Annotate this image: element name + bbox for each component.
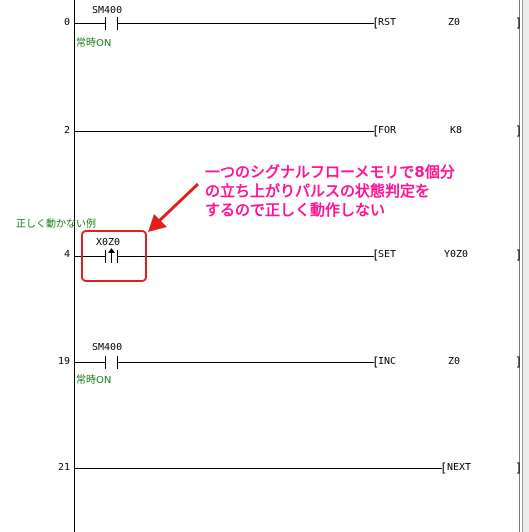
device-comment: 常時ON [76,38,112,49]
contact-device: SM400 [92,5,123,16]
instruction-close-bracket: ] [515,16,523,30]
right-rail [519,0,520,532]
device-comment: 常時ON [76,375,112,386]
instruction-close-bracket: ] [515,248,523,262]
instruction-close-bracket: ] [515,461,523,475]
step-number: 0 [63,17,70,28]
instruction-operand[interactable]: Y0Z0 [444,249,468,260]
wire [75,23,105,24]
contact-no-left [105,17,106,30]
step-number: 2 [63,125,70,136]
instruction-close-bracket: ] [515,124,523,138]
instruction-name[interactable]: SET [378,249,396,260]
highlight-box [81,230,147,282]
instruction-operand[interactable]: Z0 [448,17,460,28]
instruction-operand[interactable]: Z0 [448,356,460,367]
step-number: 21 [57,462,70,473]
wire [75,131,374,132]
instruction-name[interactable]: INC [378,356,396,367]
callout-line-2: の立ち上がりパルスの状態判定を [205,182,431,200]
callout-line-3: するので正しく動作しない [205,201,386,219]
wire [75,362,105,363]
instruction-close-bracket: ] [515,355,523,369]
wire [118,23,374,24]
instruction-name[interactable]: FOR [378,125,396,136]
wire [75,468,442,469]
instruction-operand[interactable]: K8 [450,125,462,136]
contact-device: SM400 [92,342,123,353]
wire [118,362,374,363]
callout-line-1: 一つのシグナルフローメモリで8個分 [205,163,455,181]
contact-no-left [105,356,106,369]
instruction-name[interactable]: NEXT [447,462,471,473]
step-number: 19 [57,356,70,367]
wire [118,256,374,257]
vertical-scrollbar[interactable] [522,0,529,532]
instruction-name[interactable]: RST [378,17,396,28]
left-power-rail [74,0,75,532]
step-number: 4 [63,249,70,260]
bad-example-label: 正しく動かない例 [16,219,96,230]
warning-callout: 一つのシグナルフローメモリで8個分 の立ち上がりパルスの状態判定を するので正し… [205,163,455,220]
arrow-icon [148,182,200,232]
